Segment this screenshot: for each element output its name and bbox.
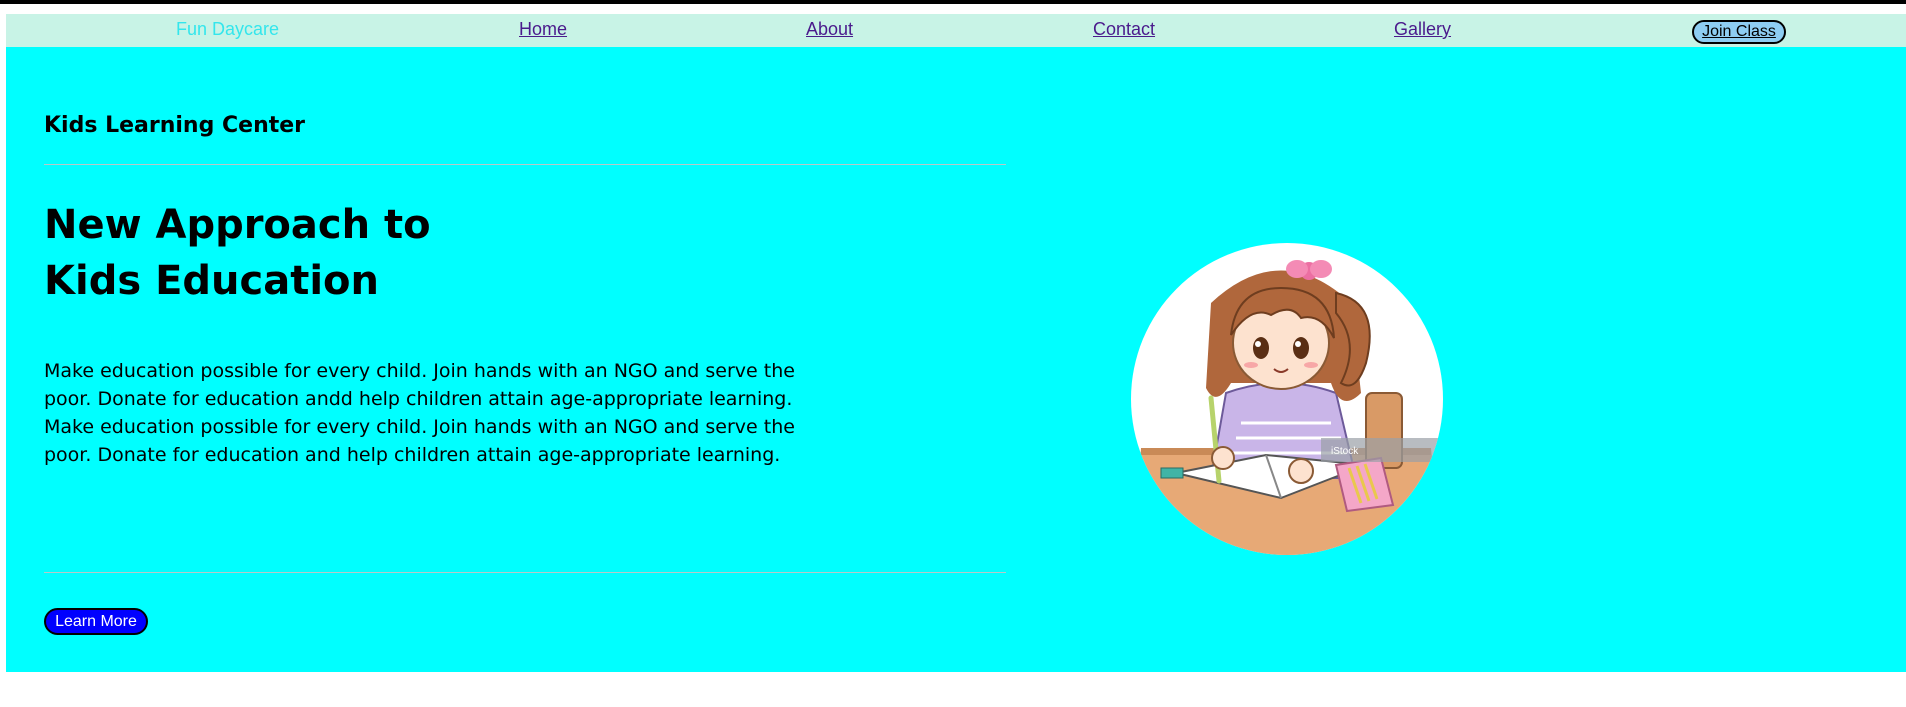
hero-headline: New Approach to Kids Education	[44, 197, 544, 309]
nav-link-contact[interactable]: Contact	[1093, 19, 1155, 40]
right-eye-highlight	[1295, 341, 1301, 347]
girl-studying-illustration: iStock	[1131, 260, 1443, 555]
learn-more-button[interactable]: Learn More	[44, 608, 148, 635]
headline-line-1: New Approach to	[44, 202, 431, 248]
hair-bow-right	[1310, 260, 1332, 278]
headline-line-2: Kids Education	[44, 258, 379, 304]
divider-top	[44, 164, 1006, 165]
hair-bow-left	[1286, 260, 1308, 278]
left-hand	[1211, 446, 1235, 470]
eraser	[1160, 467, 1184, 479]
left-eye-highlight	[1255, 341, 1261, 347]
join-class-button[interactable]: Join Class	[1692, 20, 1786, 44]
left-eye	[1253, 337, 1269, 359]
divider-bottom	[44, 572, 1006, 573]
nav-link-home[interactable]: Home	[519, 19, 567, 40]
top-border	[0, 0, 1906, 4]
hero-subtitle: Kids Learning Center	[44, 113, 306, 138]
watermark-text: iStock	[1331, 446, 1359, 457]
right-eye	[1293, 337, 1309, 359]
nav-link-gallery[interactable]: Gallery	[1394, 19, 1451, 40]
hero-paragraph: Make education possible for every child.…	[44, 360, 795, 466]
right-hand	[1288, 458, 1314, 484]
left-blush	[1244, 362, 1258, 368]
hero-illustration: iStock	[1131, 243, 1443, 555]
right-blush	[1304, 362, 1318, 368]
navbar: Fun Daycare Home About Contact Gallery J…	[6, 14, 1906, 47]
hero-section: Kids Learning Center New Approach to Kid…	[6, 47, 1906, 672]
brand-name[interactable]: Fun Daycare	[176, 19, 279, 40]
nav-link-about[interactable]: About	[806, 19, 853, 40]
